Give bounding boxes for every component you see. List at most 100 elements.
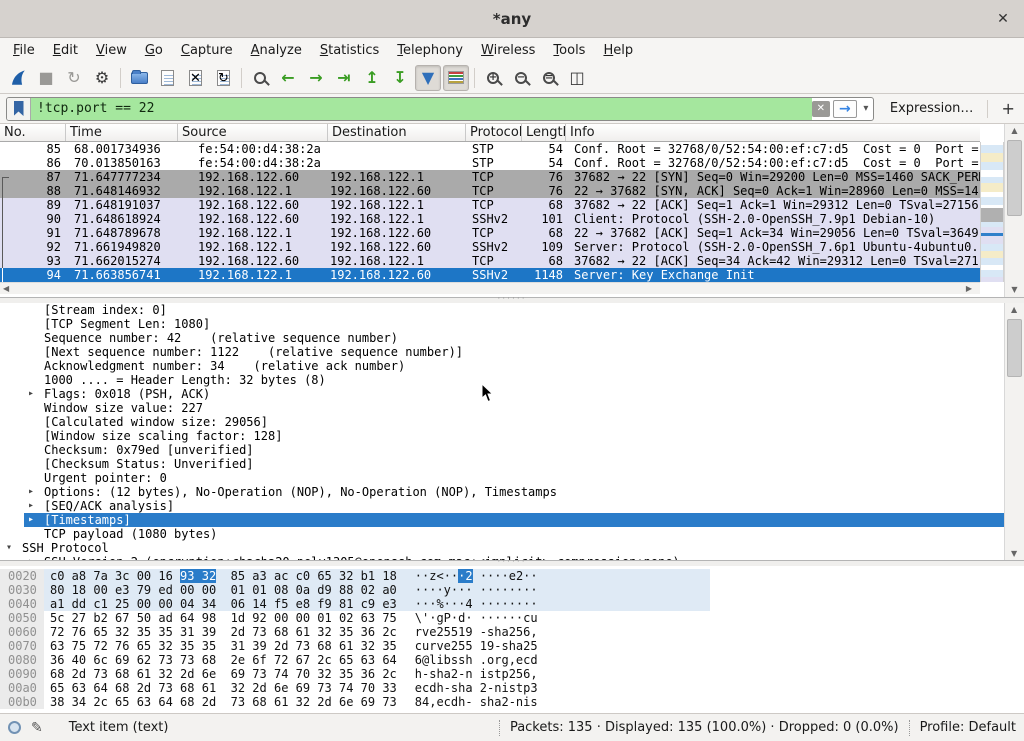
display-filter-input[interactable]: !tcp.port == 22 <box>31 98 812 120</box>
menu-item-capture[interactable]: Capture <box>172 41 242 60</box>
hex-ascii[interactable]: rve25519 -sha256, <box>415 625 538 639</box>
table-row[interactable]: 8568.001734936fe:54:00:d4:38:2aSTP54Conf… <box>0 142 980 156</box>
hex-ascii[interactable]: \'·gP·d· ······cu <box>415 611 538 625</box>
go-to-packet-button[interactable]: ⇥ <box>331 65 357 91</box>
hex-ascii[interactable]: ···%···4 ········ <box>415 597 538 611</box>
menu-item-wireless[interactable]: Wireless <box>472 41 544 60</box>
scroll-down-icon[interactable]: ▼ <box>1011 549 1017 558</box>
hex-row[interactable]: 007063 75 72 76 65 32 35 35 31 39 2d 73 … <box>0 639 710 653</box>
capture-options-button[interactable]: ⚙ <box>89 65 115 91</box>
expression-button[interactable]: Expression… <box>890 101 974 116</box>
table-row[interactable]: 9371.662015274192.168.122.60192.168.122.… <box>0 254 980 268</box>
detail-line[interactable]: Acknowledgment number: 34 (relative ack … <box>0 359 1004 373</box>
hex-ascii[interactable]: 84,ecdh- sha2-nis <box>415 695 538 709</box>
detail-line[interactable]: Window size value: 227 <box>0 401 1004 415</box>
hex-ascii[interactable]: 6@libssh .org,ecd <box>415 653 538 667</box>
menu-item-go[interactable]: Go <box>136 41 172 60</box>
scroll-left-icon[interactable]: ◀ <box>3 284 9 293</box>
detail-vscrollbar[interactable]: ▲ ▼ <box>1004 303 1024 560</box>
go-last-packet-button[interactable]: ↧ <box>387 65 413 91</box>
scroll-up-icon[interactable]: ▲ <box>1011 124 1017 138</box>
table-row[interactable]: 9071.648618924192.168.122.60192.168.122.… <box>0 212 980 226</box>
menu-item-file[interactable]: File <box>4 41 44 60</box>
auto-scroll-button[interactable]: ▼ <box>415 65 441 91</box>
detail-line[interactable]: Urgent pointer: 0 <box>0 471 1004 485</box>
column-header-time[interactable]: Time <box>66 124 178 141</box>
go-forward-button[interactable]: → <box>303 65 329 91</box>
menu-item-analyze[interactable]: Analyze <box>242 41 311 60</box>
intelligent-scrollbar-minimap[interactable] <box>980 142 1004 282</box>
detail-line[interactable]: Sequence number: 42 (relative sequence n… <box>0 331 1004 345</box>
hex-row[interactable]: 003080 18 00 e3 79 ed 00 00 01 01 08 0a … <box>0 583 710 597</box>
column-header-info[interactable]: Info <box>566 124 980 141</box>
detail-line[interactable]: [Calculated window size: 29056] <box>0 415 1004 429</box>
hex-row[interactable]: 00b038 34 2c 65 63 64 68 2d 73 68 61 32 … <box>0 695 710 709</box>
detail-line[interactable]: [TCP Segment Len: 1080] <box>0 317 1004 331</box>
packet-list-vscrollbar[interactable]: ▲ ▼ <box>1004 124 1024 297</box>
zoom-100-button[interactable]: = <box>536 65 562 91</box>
hex-bytes[interactable]: 80 18 00 e3 79 ed 00 00 01 01 08 0a d9 8… <box>50 583 397 597</box>
table-row[interactable]: 9271.661949820192.168.122.1192.168.122.6… <box>0 240 980 254</box>
start-capture-button[interactable] <box>5 65 31 91</box>
display-filter-field[interactable]: !tcp.port == 22 ✕ → ▾ <box>6 97 874 121</box>
table-row[interactable]: 8971.648191037192.168.122.60192.168.122.… <box>0 198 980 212</box>
scroll-up-icon[interactable]: ▲ <box>1011 305 1017 314</box>
colorize-button[interactable] <box>443 65 469 91</box>
scrollbar-thumb[interactable] <box>1007 319 1022 377</box>
hex-bytes[interactable]: 63 75 72 76 65 32 35 35 31 39 2d 73 68 6… <box>50 639 397 653</box>
detail-line[interactable]: ▸[Timestamps] <box>24 513 1004 527</box>
detail-line[interactable]: [Checksum Status: Unverified] <box>0 457 1004 471</box>
hex-bytes[interactable]: 36 40 6c 69 62 73 73 68 2e 6f 72 67 2c 6… <box>50 653 397 667</box>
hex-ascii[interactable]: h-sha2-n istp256, <box>415 667 538 681</box>
hex-ascii[interactable]: curve255 19-sha25 <box>415 639 538 653</box>
resize-columns-button[interactable]: ◫ <box>564 65 590 91</box>
go-first-packet-button[interactable]: ↥ <box>359 65 385 91</box>
detail-line[interactable]: [Window size scaling factor: 128] <box>0 429 1004 443</box>
menu-item-view[interactable]: View <box>87 41 136 60</box>
column-header-proto[interactable]: Protocol <box>466 124 522 141</box>
profile-label[interactable]: Profile: Default <box>920 720 1016 735</box>
column-header-no[interactable]: No. <box>0 124 66 141</box>
filter-add-button[interactable]: + <box>998 99 1018 118</box>
detail-line[interactable]: ▸Flags: 0x018 (PSH, ACK) <box>0 387 1004 401</box>
menu-item-telephony[interactable]: Telephony <box>388 41 472 60</box>
table-row[interactable]: 8670.013850163fe:54:00:d4:38:2aSTP54Conf… <box>0 156 980 170</box>
hex-ascii[interactable]: ····y··· ········ <box>415 583 538 597</box>
hex-bytes[interactable]: 72 76 65 32 35 35 31 39 2d 73 68 61 32 3… <box>50 625 397 639</box>
filter-bookmark-button[interactable] <box>7 98 31 120</box>
column-header-len[interactable]: Length <box>522 124 566 141</box>
detail-line[interactable]: 1000 .... = Header Length: 32 bytes (8) <box>0 373 1004 387</box>
hex-bytes[interactable]: 68 2d 73 68 61 32 2d 6e 69 73 74 70 32 3… <box>50 667 397 681</box>
restart-capture-button[interactable]: ↻ <box>61 65 87 91</box>
hex-ascii[interactable]: ··z<···2 ····e2·· <box>415 569 538 583</box>
expand-arrow-icon[interactable]: ▸ <box>28 387 34 401</box>
detail-line[interactable]: Checksum: 0x79ed [unverified] <box>0 443 1004 457</box>
stop-capture-button[interactable]: ■ <box>33 65 59 91</box>
detail-line[interactable]: TCP payload (1080 bytes) <box>0 527 1004 541</box>
hex-row[interactable]: 008036 40 6c 69 62 73 73 68 2e 6f 72 67 … <box>0 653 710 667</box>
capture-comment-icon[interactable]: ✎ <box>31 720 43 736</box>
expert-info-icon[interactable] <box>8 721 21 734</box>
scroll-down-icon[interactable]: ▼ <box>1011 283 1017 297</box>
pane-splitter-2[interactable]: ······ <box>0 561 1024 566</box>
hex-row[interactable]: 00505c 27 b2 67 50 ad 64 98 1d 92 00 00 … <box>0 611 710 625</box>
table-row[interactable]: 9471.663856741192.168.122.1192.168.122.6… <box>0 268 980 282</box>
hex-row[interactable]: 0020c0 a8 7a 3c 00 16 93 32 85 a3 ac c0 … <box>0 569 710 583</box>
scroll-right-icon[interactable]: ▶ <box>966 284 972 293</box>
hex-row[interactable]: 00a065 63 64 68 2d 73 68 61 32 2d 6e 69 … <box>0 681 710 695</box>
save-file-button[interactable] <box>154 65 180 91</box>
filter-history-dropdown[interactable]: ▾ <box>859 103 873 114</box>
column-header-source[interactable]: Source <box>178 124 328 141</box>
hex-bytes[interactable]: a1 dd c1 25 00 00 04 34 06 14 f5 e8 f9 8… <box>50 597 397 611</box>
detail-line[interactable]: [Next sequence number: 1122 (relative se… <box>0 345 1004 359</box>
hex-row[interactable]: 006072 76 65 32 35 35 31 39 2d 73 68 61 … <box>0 625 710 639</box>
reload-file-button[interactable]: ↻ <box>210 65 236 91</box>
detail-line[interactable]: ▸[SEQ/ACK analysis] <box>0 499 1004 513</box>
hex-bytes[interactable]: 38 34 2c 65 63 64 68 2d 73 68 61 32 2d 6… <box>50 695 397 709</box>
expand-arrow-icon[interactable]: ▸ <box>28 513 34 527</box>
hex-bytes[interactable]: 65 63 64 68 2d 73 68 61 32 2d 6e 69 73 7… <box>50 681 397 695</box>
close-window-button[interactable]: ✕ <box>994 10 1012 28</box>
table-row[interactable]: 8871.648146932192.168.122.1192.168.122.6… <box>0 184 980 198</box>
filter-apply-button[interactable]: → <box>833 100 857 118</box>
menu-item-help[interactable]: Help <box>594 41 642 60</box>
